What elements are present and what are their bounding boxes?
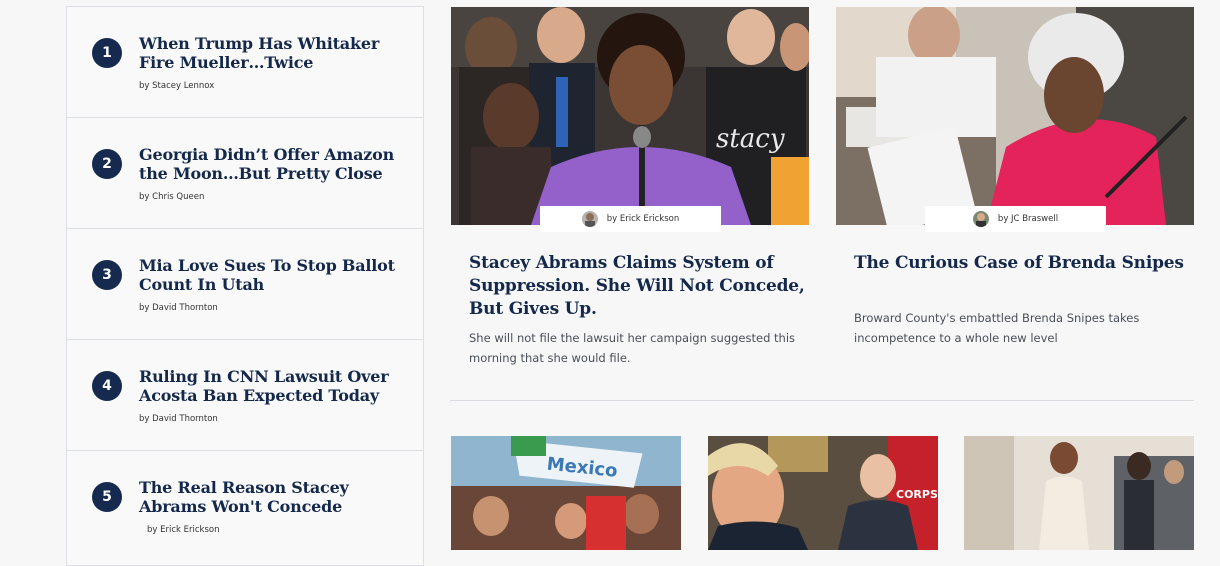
svg-text:stacy: stacy (716, 124, 785, 154)
feature-description: Broward County's embattled Brenda Snipes… (854, 311, 1140, 345)
feature-photo[interactable]: stacy (451, 7, 809, 225)
article-thumbnail[interactable] (964, 436, 1194, 550)
section-divider (450, 400, 1194, 401)
feature-title[interactable]: Stacey Abrams Claims System of Suppressi… (469, 252, 809, 321)
trending-author[interactable]: by Chris Queen (139, 192, 204, 202)
rank-badge: 5 (92, 482, 122, 512)
article-thumbnail[interactable]: Mexico (451, 436, 681, 550)
feature-title[interactable]: The Curious Case of Brenda Snipes (854, 252, 1194, 275)
trending-item[interactable]: 2 Georgia Didn’t Offer Amazon the Moon…B… (67, 118, 423, 229)
trending-author[interactable]: by David Thornton (139, 414, 218, 424)
trending-title[interactable]: The Real Reason Stacey Abrams Won't Conc… (139, 478, 409, 516)
sign-text-2: CORPS (896, 488, 938, 501)
rank-badge: 2 (92, 149, 122, 179)
trending-item[interactable]: 3 Mia Love Sues To Stop Ballot Count In … (67, 229, 423, 340)
trending-title[interactable]: Mia Love Sues To Stop Ballot Count In Ut… (139, 256, 409, 294)
trending-author[interactable]: by Stacey Lennox (139, 81, 214, 91)
trending-list: 1 When Trump Has Whitaker Fire Mueller…T… (66, 6, 424, 566)
trending-author[interactable]: by Erick Erickson (147, 525, 220, 535)
trending-title[interactable]: Georgia Didn’t Offer Amazon the Moon…But… (139, 145, 409, 183)
feature-photo[interactable] (836, 7, 1194, 225)
author-avatar (972, 211, 989, 227)
author-name[interactable]: by Erick Erickson (607, 214, 680, 224)
feature-description: She will not file the lawsuit her campai… (469, 331, 796, 365)
rank-badge: 3 (92, 260, 122, 290)
article-thumbnail[interactable]: CORPS (708, 436, 938, 550)
author-avatar (581, 211, 598, 227)
author-tab[interactable]: by JC Braswell (925, 206, 1106, 232)
trending-item[interactable]: 4 Ruling In CNN Lawsuit Over Acosta Ban … (67, 340, 423, 451)
author-tab[interactable]: by Erick Erickson (540, 206, 721, 232)
trending-author[interactable]: by David Thornton (139, 303, 218, 313)
trending-title[interactable]: When Trump Has Whitaker Fire Mueller…Twi… (139, 34, 409, 72)
trending-title[interactable]: Ruling In CNN Lawsuit Over Acosta Ban Ex… (139, 367, 409, 405)
author-name[interactable]: by JC Braswell (998, 214, 1058, 224)
rank-badge: 4 (92, 371, 122, 401)
trending-item[interactable]: 1 When Trump Has Whitaker Fire Mueller…T… (67, 7, 423, 118)
rank-badge: 1 (92, 38, 122, 68)
trending-item[interactable]: 5 The Real Reason Stacey Abrams Won't Co… (67, 451, 423, 562)
